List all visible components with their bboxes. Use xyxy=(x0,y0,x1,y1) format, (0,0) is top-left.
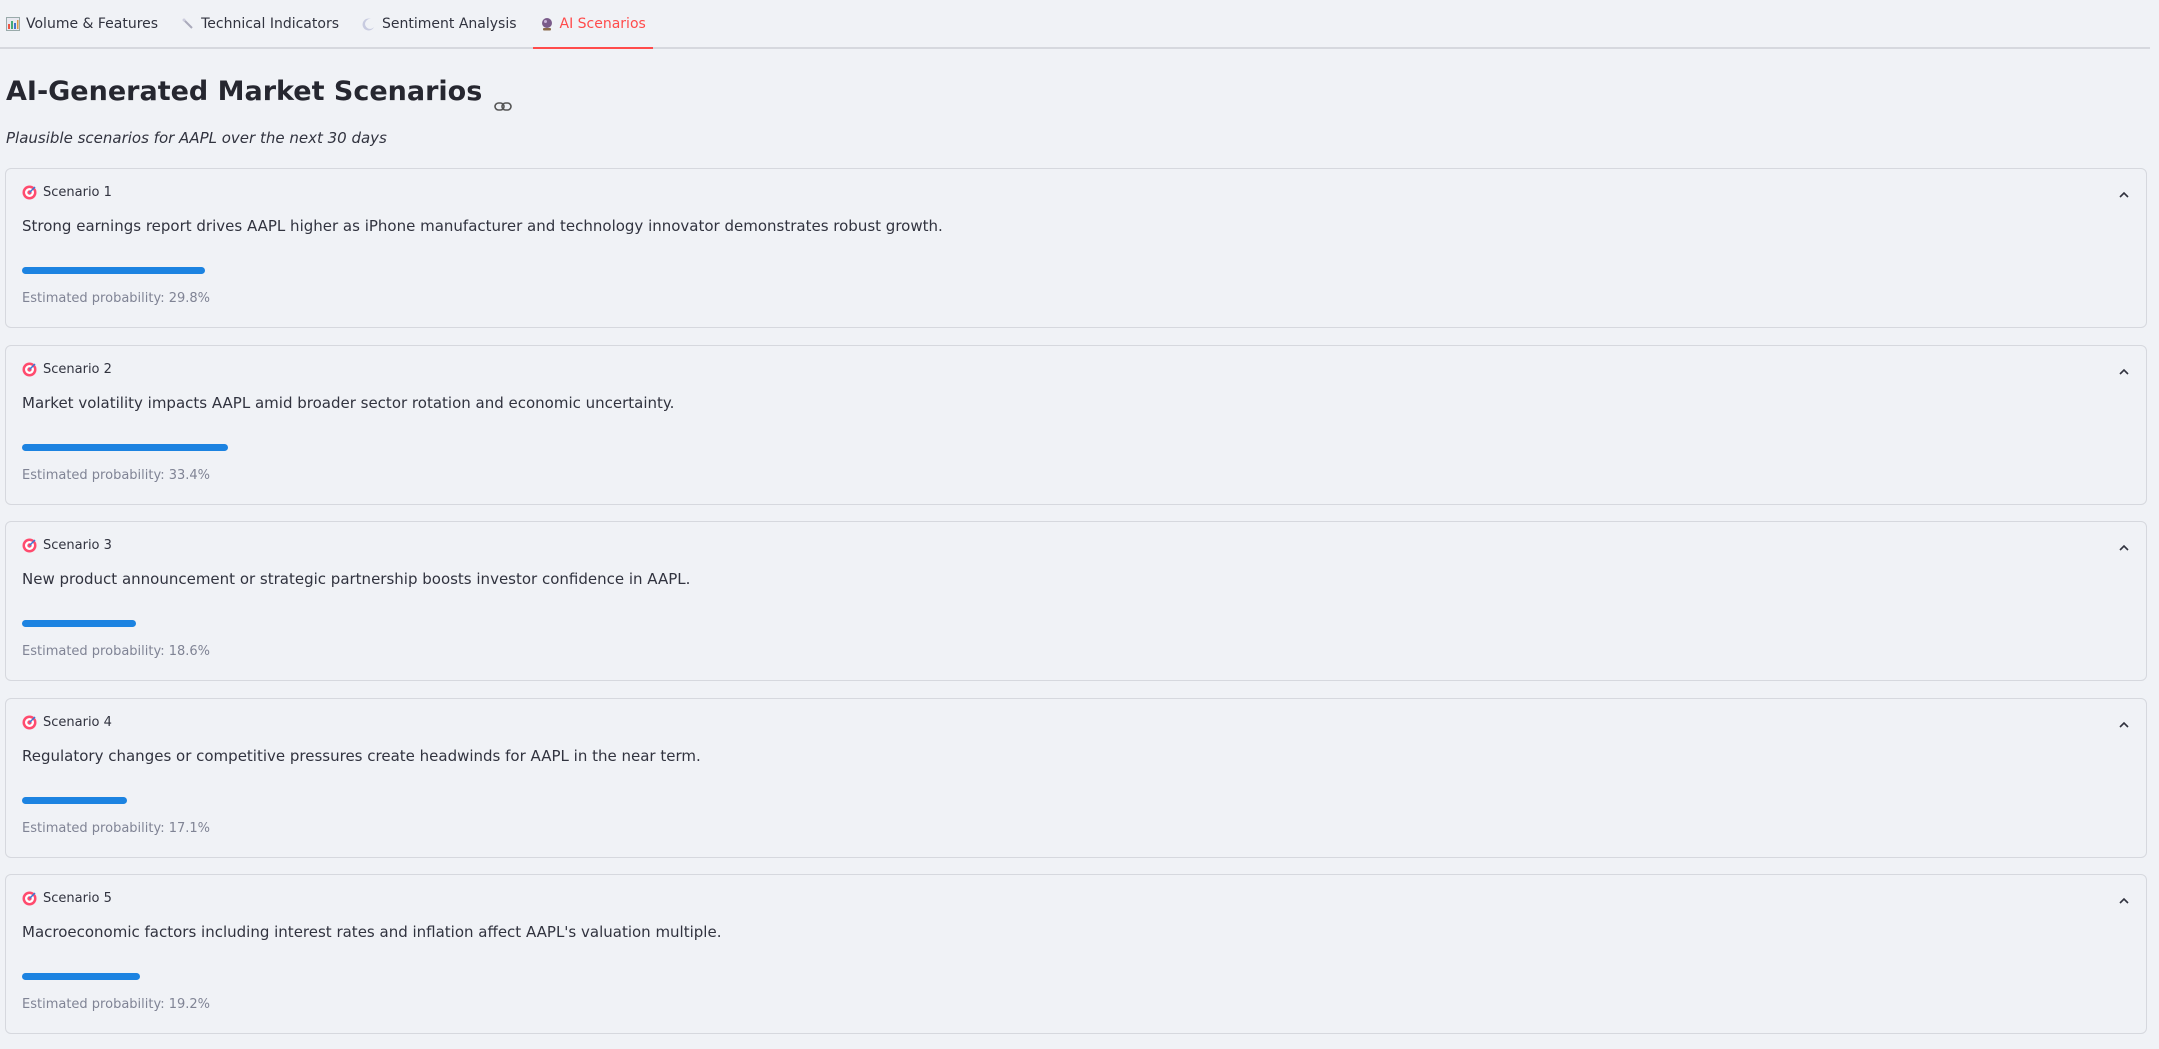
probability-bar xyxy=(22,267,2128,275)
scenario-text: Macroeconomic factors including interest… xyxy=(22,923,722,941)
scenario-text: New product announcement or strategic pa… xyxy=(22,570,691,588)
scenario-text: Market volatility impacts AAPL amid broa… xyxy=(22,394,675,412)
probability-bar-fill xyxy=(22,444,228,451)
target-icon xyxy=(22,891,37,906)
scenario-title: Scenario 3 xyxy=(43,537,112,553)
chevron-up-icon[interactable] xyxy=(2118,538,2130,551)
scenario-card: Scenario 3 New product announcement or s… xyxy=(5,521,2147,681)
scenario-header[interactable]: Scenario 1 xyxy=(22,182,2130,202)
chevron-up-icon[interactable] xyxy=(2118,185,2130,198)
chevron-up-icon[interactable] xyxy=(2118,891,2130,904)
tab-volume-features[interactable]: Volume & Features xyxy=(0,0,165,47)
scenario-header[interactable]: Scenario 4 xyxy=(22,712,2130,732)
probability-bar-fill xyxy=(22,620,137,627)
scenario-card: Scenario 4 Regulatory changes or competi… xyxy=(5,698,2147,858)
target-icon xyxy=(22,185,37,200)
probability-bar xyxy=(22,973,2128,981)
tab-bar: Volume & Features Technical Indicators S… xyxy=(0,0,2150,49)
scenario-card: Scenario 5 Macroeconomic factors includi… xyxy=(5,874,2147,1034)
scenario-header[interactable]: Scenario 2 xyxy=(22,359,2130,379)
target-icon xyxy=(22,538,37,553)
tab-label: Sentiment Analysis xyxy=(382,15,517,32)
scenario-header[interactable]: Scenario 5 xyxy=(22,888,2130,908)
scenario-title: Scenario 4 xyxy=(43,714,112,730)
page-title: AI-Generated Market Scenarios xyxy=(6,76,513,111)
scenario-card: Scenario 2 Market volatility impacts AAP… xyxy=(5,345,2147,505)
probability-label: Estimated probability: 17.1% xyxy=(22,821,211,836)
target-icon xyxy=(22,362,37,377)
moon-icon xyxy=(362,17,376,31)
probability-bar xyxy=(22,620,2128,628)
probability-bar-fill xyxy=(22,973,141,980)
scenario-text: Regulatory changes or competitive pressu… xyxy=(22,747,701,765)
tab-label: Volume & Features xyxy=(26,15,159,32)
probability-label: Estimated probability: 33.4% xyxy=(22,468,211,483)
scenario-text: Strong earnings report drives AAPL highe… xyxy=(22,217,943,235)
chevron-up-icon[interactable] xyxy=(2118,715,2130,728)
tab-label: AI Scenarios xyxy=(559,15,646,32)
crystal-ball-icon xyxy=(540,17,554,31)
probability-bar xyxy=(22,797,2128,805)
scenario-title: Scenario 5 xyxy=(43,890,112,906)
bar-chart-icon xyxy=(6,16,20,31)
probability-label: Estimated probability: 29.8% xyxy=(22,291,211,306)
sparkle-icon xyxy=(181,17,195,31)
page-title-text: AI-Generated Market Scenarios xyxy=(6,76,483,107)
probability-label: Estimated probability: 19.2% xyxy=(22,997,211,1012)
scenario-title: Scenario 2 xyxy=(43,361,112,377)
probability-bar-fill xyxy=(22,797,128,804)
tab-label: Technical Indicators xyxy=(201,15,339,32)
probability-bar-fill xyxy=(22,267,206,274)
chevron-up-icon[interactable] xyxy=(2118,362,2130,375)
target-icon xyxy=(22,715,37,730)
scenario-card: Scenario 1 Strong earnings report drives… xyxy=(5,168,2147,328)
tab-technical-indicators[interactable]: Technical Indicators xyxy=(174,0,346,47)
page-subtitle: Plausible scenarios for AAPL over the ne… xyxy=(6,129,387,147)
probability-bar xyxy=(22,444,2128,452)
probability-label: Estimated probability: 18.6% xyxy=(22,644,211,659)
scenario-title: Scenario 1 xyxy=(43,184,112,200)
link-icon[interactable] xyxy=(494,89,513,111)
tab-sentiment-analysis[interactable]: Sentiment Analysis xyxy=(355,0,524,47)
scenario-header[interactable]: Scenario 3 xyxy=(22,535,2130,555)
tab-ai-scenarios[interactable]: AI Scenarios xyxy=(532,0,653,49)
